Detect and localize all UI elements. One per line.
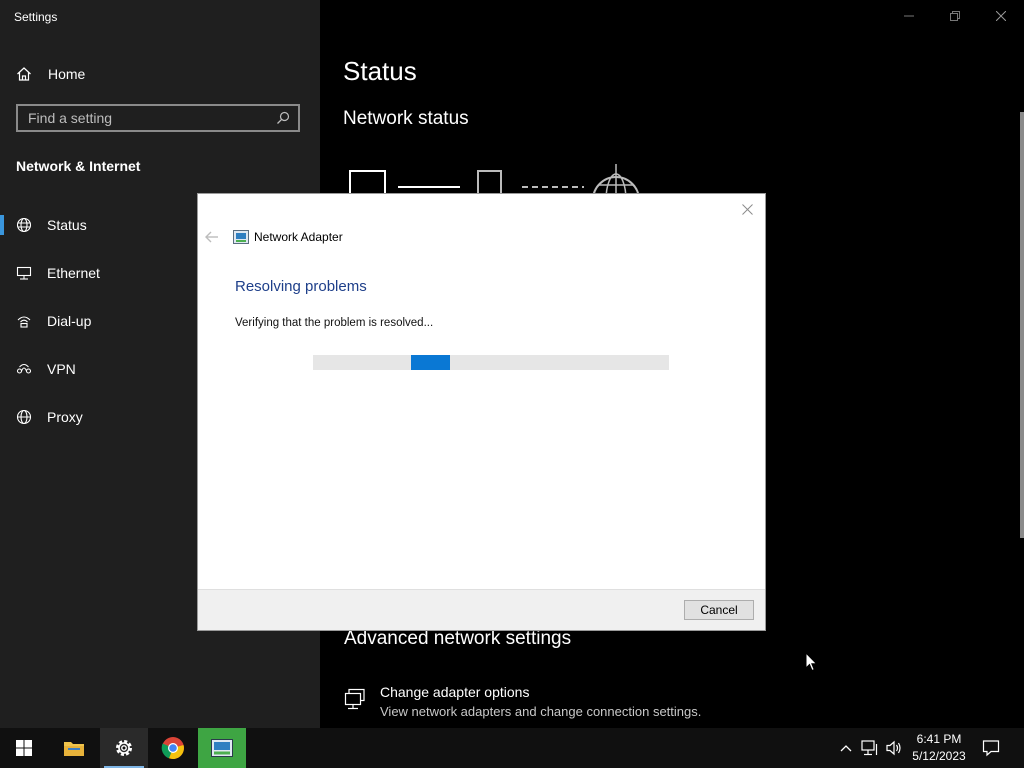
search-box[interactable] xyxy=(16,104,300,132)
page-title: Status xyxy=(343,56,417,86)
clock-date: 5/12/2023 xyxy=(912,749,966,763)
taskbar-file-explorer[interactable] xyxy=(50,728,98,768)
show-hidden-icons-button[interactable] xyxy=(836,738,856,758)
search-input[interactable] xyxy=(28,110,268,126)
start-button[interactable] xyxy=(0,728,48,768)
start-icon xyxy=(16,740,32,756)
home-icon xyxy=(17,67,31,81)
dialog-footer: Cancel xyxy=(198,589,765,630)
close-icon xyxy=(996,11,1006,21)
ethernet-icon xyxy=(16,266,32,280)
home-link[interactable]: Home xyxy=(16,64,85,84)
network-tray-button[interactable] xyxy=(860,738,880,758)
action-center-button[interactable] xyxy=(981,738,1001,758)
progress-bar xyxy=(313,355,669,370)
mouse-cursor-icon xyxy=(805,652,818,672)
globe-icon xyxy=(16,217,32,233)
settings-gear-icon xyxy=(116,740,132,756)
clock-time: 6:41 PM xyxy=(916,732,962,746)
adapter-option-title: Change adapter options xyxy=(380,684,530,700)
scrollbar[interactable] xyxy=(1020,112,1024,538)
sidebar-item-label: Ethernet xyxy=(47,265,100,281)
network-icon xyxy=(861,740,878,756)
network-status-title: Network status xyxy=(343,108,469,129)
sidebar-item-label: Proxy xyxy=(47,409,83,425)
taskbar-clock[interactable]: 6:41 PM 5/12/2023 xyxy=(906,731,972,765)
taskbar-settings[interactable] xyxy=(100,728,148,768)
taskbar-troubleshooter[interactable] xyxy=(198,728,246,768)
chevron-up-icon xyxy=(840,745,852,752)
section-title: Network & Internet xyxy=(16,158,141,174)
change-adapter-options-link[interactable]: Change adapter options View network adap… xyxy=(344,684,701,719)
taskbar-chrome[interactable] xyxy=(149,728,197,768)
proxy-globe-icon xyxy=(16,409,32,425)
close-button[interactable] xyxy=(978,0,1024,32)
troubleshooter-dialog: Network Adapter Resolving problems Verif… xyxy=(197,193,766,631)
volume-tray-button[interactable] xyxy=(884,738,904,758)
file-explorer-icon xyxy=(64,742,84,756)
action-center-icon xyxy=(982,740,1000,757)
restore-icon xyxy=(950,11,960,21)
minimize-button[interactable] xyxy=(886,0,932,32)
troubleshooter-icon xyxy=(211,739,233,757)
cancel-button[interactable]: Cancel xyxy=(684,600,754,620)
dial-up-icon xyxy=(17,316,31,328)
network-adapter-troubleshooter-icon xyxy=(233,230,249,244)
sidebar-item-label: Dial-up xyxy=(47,313,92,329)
dialog-heading: Resolving problems xyxy=(235,278,367,295)
home-label: Home xyxy=(48,66,86,82)
chrome-icon xyxy=(161,737,184,760)
restore-button[interactable] xyxy=(932,0,978,32)
app-title: Settings xyxy=(14,10,58,24)
advanced-network-settings-title: Advanced network settings xyxy=(344,628,572,649)
adapter-option-description: View network adapters and change connect… xyxy=(380,704,702,719)
back-arrow-icon[interactable] xyxy=(204,230,220,244)
dialog-close-button[interactable] xyxy=(737,199,757,219)
dialog-app-name: Network Adapter xyxy=(254,230,343,244)
dialog-status-text: Verifying that the problem is resolved..… xyxy=(235,317,434,329)
minimize-icon xyxy=(904,15,914,17)
vpn-icon xyxy=(16,364,32,374)
window-controls xyxy=(886,0,1024,32)
network-adapter-icon xyxy=(344,688,365,710)
sidebar-item-label: Status xyxy=(47,217,87,233)
search-icon[interactable] xyxy=(276,111,290,125)
progress-indicator xyxy=(411,355,450,370)
taskbar: 6:41 PM 5/12/2023 xyxy=(0,728,1024,768)
sidebar-item-label: VPN xyxy=(47,361,76,377)
volume-icon xyxy=(886,740,901,756)
close-icon xyxy=(741,203,753,215)
